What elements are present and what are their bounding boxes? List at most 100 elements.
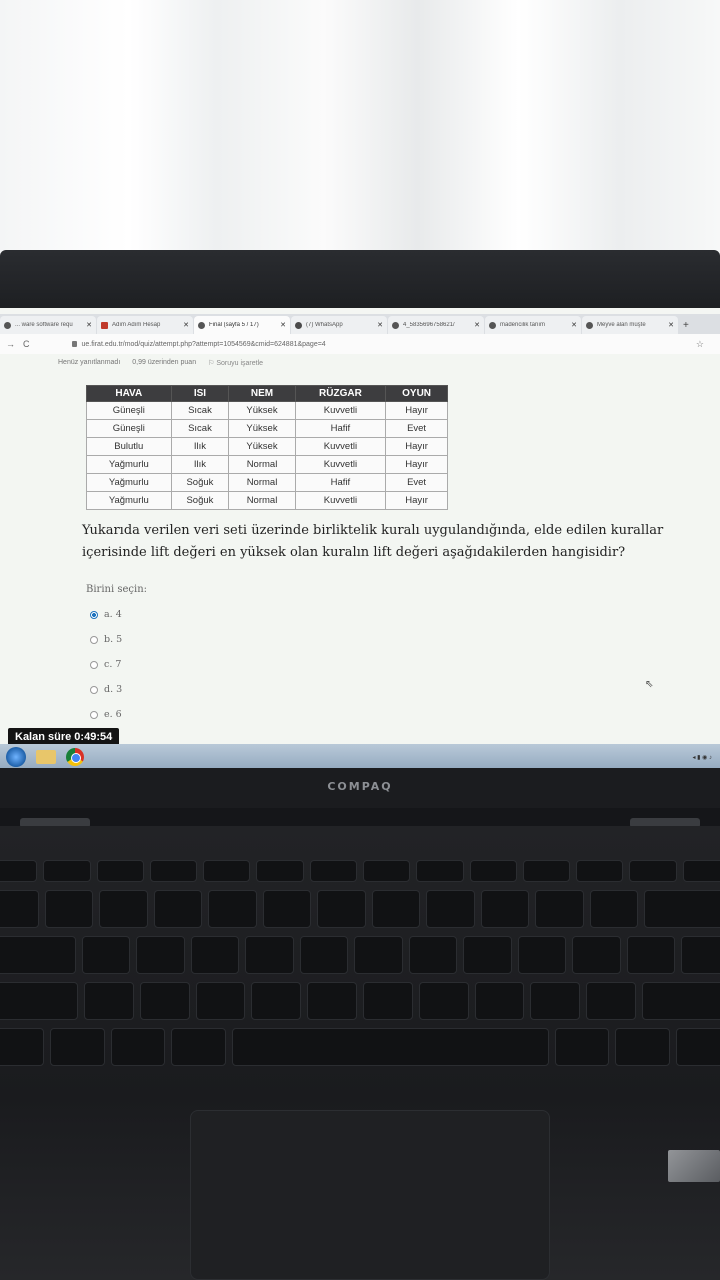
keyboard-key[interactable]: [615, 1028, 670, 1066]
close-tab-icon[interactable]: ✕: [280, 321, 286, 329]
close-tab-icon[interactable]: ✕: [183, 321, 189, 329]
keyboard-key[interactable]: [43, 860, 91, 882]
radio-button[interactable]: [90, 710, 98, 719]
radio-button[interactable]: [90, 660, 98, 669]
keyboard-key[interactable]: [96, 860, 144, 882]
keyboard-key[interactable]: [426, 890, 475, 928]
keyboard-key[interactable]: [362, 860, 411, 882]
keyboard-key[interactable]: [535, 890, 584, 928]
keyboard-key[interactable]: [469, 860, 517, 882]
close-tab-icon[interactable]: ✕: [668, 321, 674, 329]
question-text: Yukarıda verilen veri seti üzerinde birl…: [82, 523, 664, 560]
keyboard-key[interactable]: [408, 936, 458, 974]
answer-option[interactable]: a. 4: [90, 602, 122, 627]
keyboard-key[interactable]: [245, 936, 294, 974]
browser-tab[interactable]: Adım Adım Hesap ✕: [97, 316, 193, 334]
keyboard-key[interactable]: [256, 860, 304, 882]
browser-tab[interactable]: 4_5835696758621/ ✕: [388, 316, 484, 334]
browser-tab[interactable]: madencilik tanım ✕: [485, 316, 581, 334]
keyboard-key[interactable]: [675, 1028, 720, 1066]
keyboard-key[interactable]: [50, 1028, 105, 1066]
answer-option[interactable]: b. 5: [90, 627, 122, 652]
url-text[interactable]: ue.firat.edu.tr/mod/quiz/attempt.php?att…: [82, 341, 696, 348]
file-explorer-icon[interactable]: [36, 750, 56, 764]
keyboard-key[interactable]: [572, 936, 621, 974]
touchpad[interactable]: [190, 1110, 550, 1280]
keyboard-key[interactable]: [203, 860, 251, 882]
keyboard-key[interactable]: [0, 982, 79, 1020]
keyboard-key[interactable]: [0, 860, 38, 882]
keyboard-key[interactable]: [299, 936, 349, 974]
keyboard-key[interactable]: [309, 860, 357, 882]
keyboard-key[interactable]: [149, 860, 198, 882]
table-row: Yağmurlu Soğuk Normal Hafif Evet: [86, 473, 448, 492]
close-tab-icon[interactable]: ✕: [86, 321, 92, 329]
keyboard-key[interactable]: [139, 982, 190, 1020]
radio-button[interactable]: [90, 610, 98, 619]
keyboard-key[interactable]: [190, 936, 240, 974]
keyboard-key[interactable]: [629, 860, 677, 882]
flag-question-link[interactable]: ⚐ Soruyu işaretle: [208, 359, 263, 367]
reload-icon[interactable]: C: [23, 339, 30, 349]
keyboard-key[interactable]: [480, 890, 530, 928]
keyboard-key[interactable]: [317, 890, 366, 928]
keyboard-key[interactable]: [208, 890, 257, 928]
table-cell: Bulutlu: [86, 437, 172, 456]
keyboard-key[interactable]: [463, 936, 512, 974]
keyboard-key[interactable]: [576, 860, 624, 882]
answer-option[interactable]: d. 3: [90, 677, 122, 702]
close-tab-icon[interactable]: ✕: [474, 321, 480, 329]
radio-button[interactable]: [90, 685, 98, 694]
keyboard-key[interactable]: [418, 982, 469, 1020]
system-tray[interactable]: ◂ ▮ ◉ ♪: [692, 754, 712, 761]
keyboard-key[interactable]: [307, 982, 358, 1020]
space-bar[interactable]: [231, 1028, 549, 1066]
browser-tab[interactable]: Final (sayfa 5 / 17) ✕: [194, 316, 290, 334]
browser-tab[interactable]: Meyve alan müşte ✕: [582, 316, 678, 334]
keyboard-key[interactable]: [136, 936, 185, 974]
keyboard-key[interactable]: [626, 936, 676, 974]
keyboard-key[interactable]: [644, 890, 720, 928]
keyboard-key[interactable]: [554, 1028, 610, 1066]
answer-option[interactable]: e. 6: [90, 702, 122, 727]
keyboard-key[interactable]: [586, 982, 636, 1020]
keyboard-key[interactable]: [153, 890, 203, 928]
close-tab-icon[interactable]: ✕: [571, 321, 577, 329]
keyboard-key[interactable]: [195, 982, 246, 1020]
keyboard-key[interactable]: [363, 982, 413, 1020]
keyboard-key[interactable]: [81, 936, 131, 974]
bookmark-star-icon[interactable]: ☆: [696, 339, 704, 350]
keyboard-key[interactable]: [522, 860, 571, 882]
keyboard-key[interactable]: [262, 890, 312, 928]
keyboard-key[interactable]: [0, 936, 76, 974]
radio-button[interactable]: [90, 635, 98, 644]
back-arrow-icon[interactable]: →: [6, 339, 15, 349]
close-tab-icon[interactable]: ✕: [377, 321, 383, 329]
keyboard-key[interactable]: [354, 936, 403, 974]
answer-option[interactable]: c. 7: [90, 652, 122, 677]
keyboard-key[interactable]: [682, 860, 720, 882]
keyboard-key[interactable]: [517, 936, 567, 974]
keyboard-key[interactable]: [681, 936, 720, 974]
keyboard-key[interactable]: [84, 982, 134, 1020]
keyboard-key[interactable]: [251, 982, 302, 1020]
start-button-icon[interactable]: [6, 747, 26, 767]
keyboard-key[interactable]: [589, 890, 639, 928]
windows-key[interactable]: [110, 1028, 166, 1066]
keyboard-key[interactable]: [371, 890, 421, 928]
keyboard-key[interactable]: [99, 890, 148, 928]
keyboard-key[interactable]: [171, 1028, 226, 1066]
keyboard-key[interactable]: [530, 982, 581, 1020]
chrome-taskbar-icon[interactable]: [66, 748, 84, 766]
keyboard-key[interactable]: [44, 890, 94, 928]
keyboard-key[interactable]: [416, 860, 464, 882]
keyboard-key[interactable]: [642, 982, 720, 1020]
keyboard-key[interactable]: [474, 982, 525, 1020]
browser-tab[interactable]: (7) WhatsApp ✕: [291, 316, 387, 334]
keyboard-key[interactable]: [0, 890, 39, 928]
address-bar[interactable]: → C ue.firat.edu.tr/mod/quiz/attempt.php…: [0, 334, 720, 354]
keyboard-key[interactable]: [0, 1028, 45, 1066]
browser-tab[interactable]: ... ware software requ ✕: [0, 316, 96, 334]
new-tab-icon[interactable]: +: [683, 318, 689, 334]
table-header-cell: ISI: [170, 385, 230, 402]
